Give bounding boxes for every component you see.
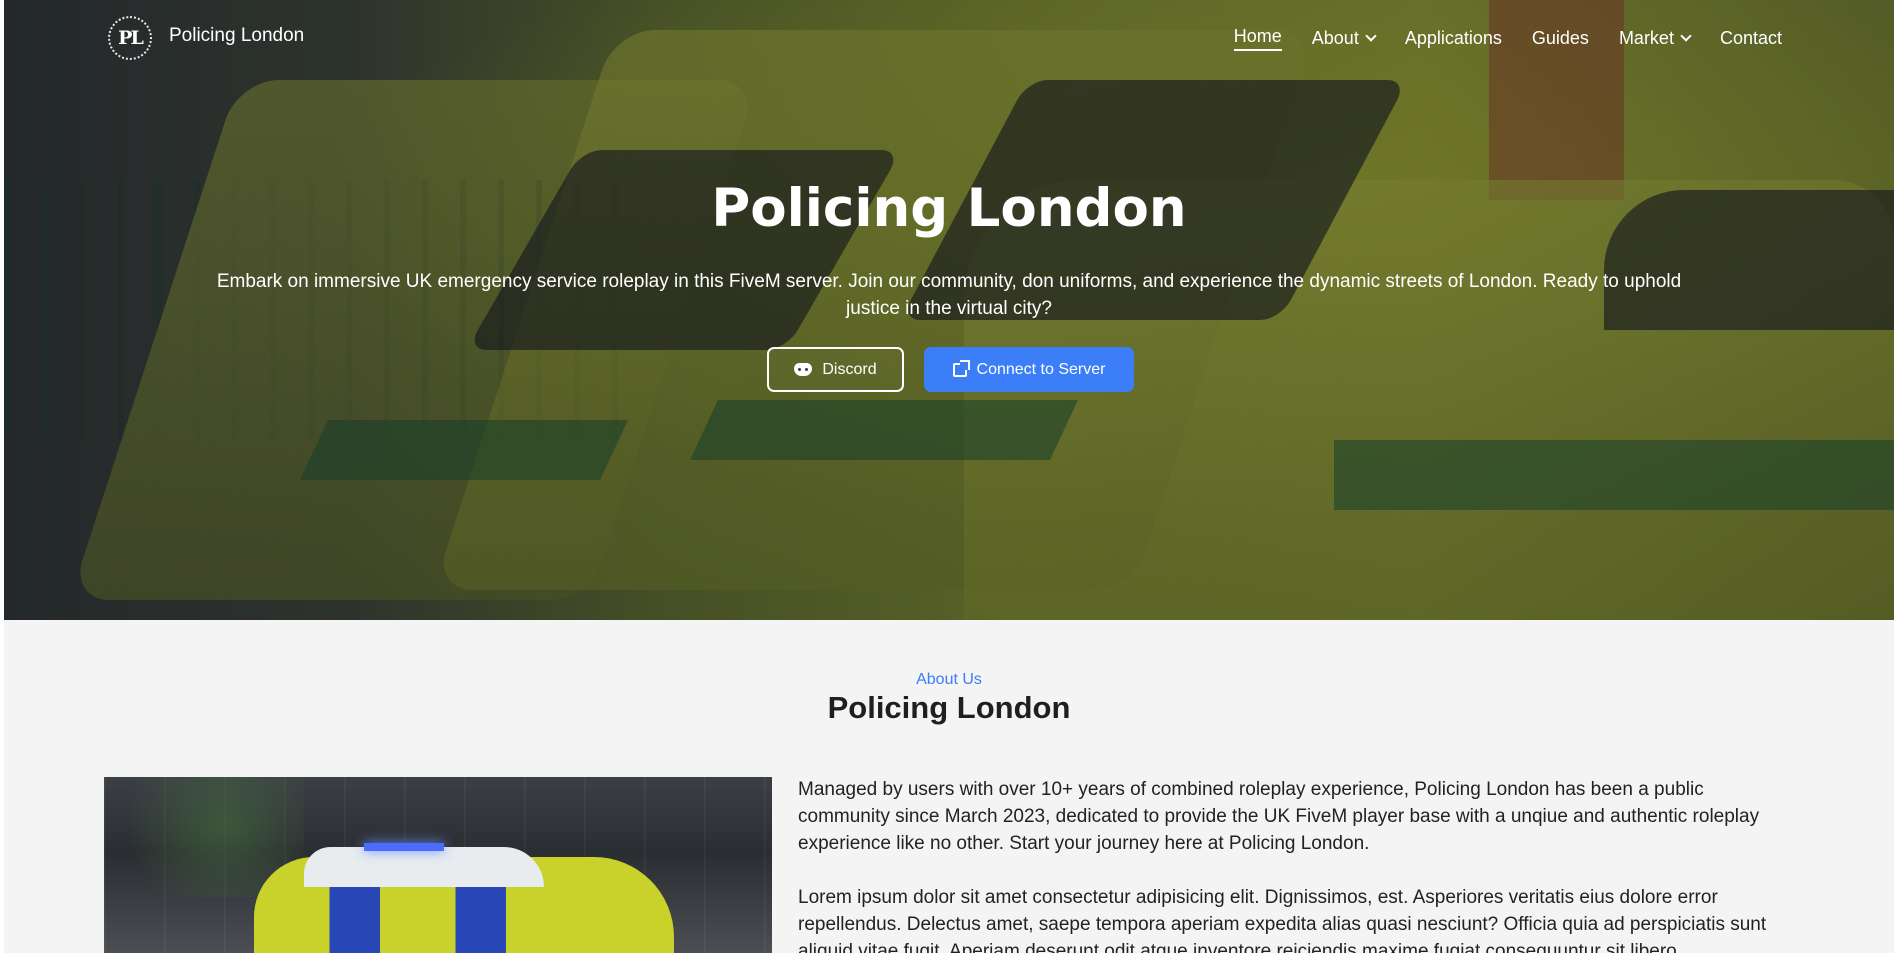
brand-name[interactable]: Policing London [169, 25, 304, 47]
nav-item-label: Applications [1404, 28, 1502, 48]
nav-item-home[interactable]: Home [1233, 26, 1282, 51]
nav-item-applications[interactable]: Applications [1405, 28, 1502, 49]
discord-button[interactable]: Discord [767, 347, 904, 392]
nav-item-guides[interactable]: Guides [1532, 28, 1589, 49]
hero-title: Policing London [711, 178, 1187, 239]
nav-item-label: Home [1233, 26, 1282, 46]
nav-item-label: Guides [1531, 28, 1589, 48]
discord-button-label: Discord [822, 360, 877, 378]
external-link-icon [952, 359, 970, 377]
nav-item-label: Market [1618, 28, 1674, 48]
viewport-edge [4, 953, 1894, 957]
about-text: Managed by users with over 10+ years of … [798, 776, 1798, 957]
nav-item-label: About [1311, 28, 1359, 48]
nav-item-about[interactable]: About [1311, 28, 1377, 49]
logo-icon[interactable]: PL [108, 16, 152, 60]
police-car-roof [304, 847, 544, 887]
nav-item-contact[interactable]: Contact [1720, 28, 1782, 49]
chevron-down-icon [1365, 30, 1377, 42]
nav-menu: Home About Applications Guides Market Co… [1233, 26, 1782, 51]
about-title: Policing London [827, 690, 1071, 725]
discord-icon [794, 363, 813, 376]
chevron-down-icon [1680, 30, 1692, 42]
about-paragraph: Managed by users with over 10+ years of … [798, 779, 1760, 854]
connect-button-label: Connect to Server [976, 360, 1106, 378]
nav-item-label: Contact [1719, 28, 1782, 48]
nav-item-market[interactable]: Market [1618, 28, 1692, 49]
navbar: PL Policing London Home About Applicatio… [4, 0, 1894, 76]
about-paragraph: Lorem ipsum dolor sit amet consectetur a… [798, 887, 1767, 957]
hero-subtitle: Embark on immersive UK emergency service… [216, 271, 1682, 319]
light-bar [364, 843, 444, 851]
page: PL Policing London Home About Applicatio… [4, 0, 1894, 957]
about-eyebrow: About Us [916, 671, 982, 688]
police-car-image [104, 777, 772, 957]
hero-section: PL Policing London Home About Applicatio… [4, 0, 1894, 620]
connect-server-button[interactable]: Connect to Server [924, 347, 1134, 392]
